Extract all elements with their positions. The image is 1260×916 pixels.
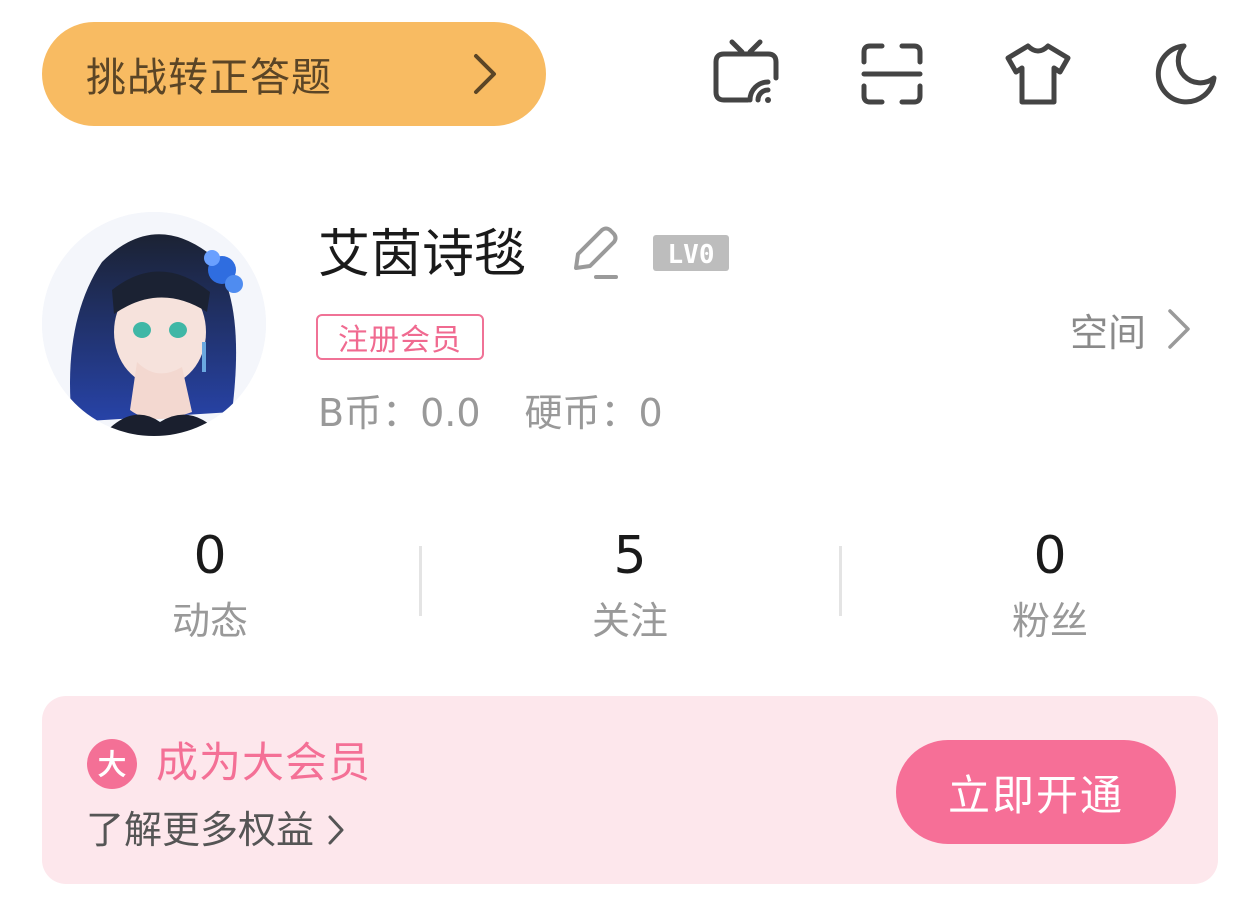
level-text: LV0 (668, 240, 715, 270)
stat-following-value: 5 (613, 526, 647, 586)
stat-dynamics[interactable]: 0 动态 (110, 526, 310, 646)
moon-icon[interactable] (1148, 38, 1220, 110)
vip-subscribe-button[interactable]: 立即开通 (896, 740, 1176, 844)
chevron-right-icon (1168, 309, 1190, 349)
stat-fans-label: 粉丝 (1011, 599, 1088, 643)
edit-icon[interactable] (568, 224, 622, 282)
avatar[interactable] (42, 212, 266, 436)
stat-following[interactable]: 5 关注 (530, 526, 730, 646)
stat-fans-value: 0 (1033, 526, 1067, 586)
scan-icon[interactable] (856, 38, 928, 110)
chevron-right-icon (328, 815, 344, 845)
vip-benefits-label: 了解更多权益 (86, 808, 315, 852)
level-badge: LV0 (652, 234, 730, 272)
vip-badge-char: 大 (98, 748, 126, 781)
coin-balances: B币：0.0 硬币：0 (318, 388, 707, 438)
divider (419, 546, 422, 616)
vip-benefits-link[interactable]: 了解更多权益 (86, 804, 346, 856)
challenge-quiz-label: 挑战转正答题 (86, 55, 332, 101)
space-link[interactable]: 空间 (1070, 302, 1192, 356)
username: 艾茵诗毯 (318, 225, 527, 285)
tshirt-icon[interactable] (1002, 38, 1074, 110)
member-badge: 注册会员 (316, 314, 484, 360)
vip-title: 成为大会员 (156, 738, 372, 787)
challenge-quiz-button[interactable]: 挑战转正答题 (42, 22, 546, 126)
stat-following-label: 关注 (591, 599, 668, 643)
bcoin-balance: B币：0.0 (318, 391, 481, 435)
stat-dynamics-value: 0 (193, 526, 227, 586)
coin-balance: 硬币：0 (524, 391, 663, 435)
vip-badge-icon: 大 (86, 738, 138, 790)
tv-cast-icon[interactable] (710, 38, 782, 110)
divider (839, 546, 842, 616)
stat-dynamics-label: 动态 (171, 599, 248, 643)
chevron-right-icon (474, 54, 496, 94)
space-link-label: 空间 (1070, 310, 1147, 355)
stat-fans[interactable]: 0 粉丝 (950, 526, 1150, 646)
